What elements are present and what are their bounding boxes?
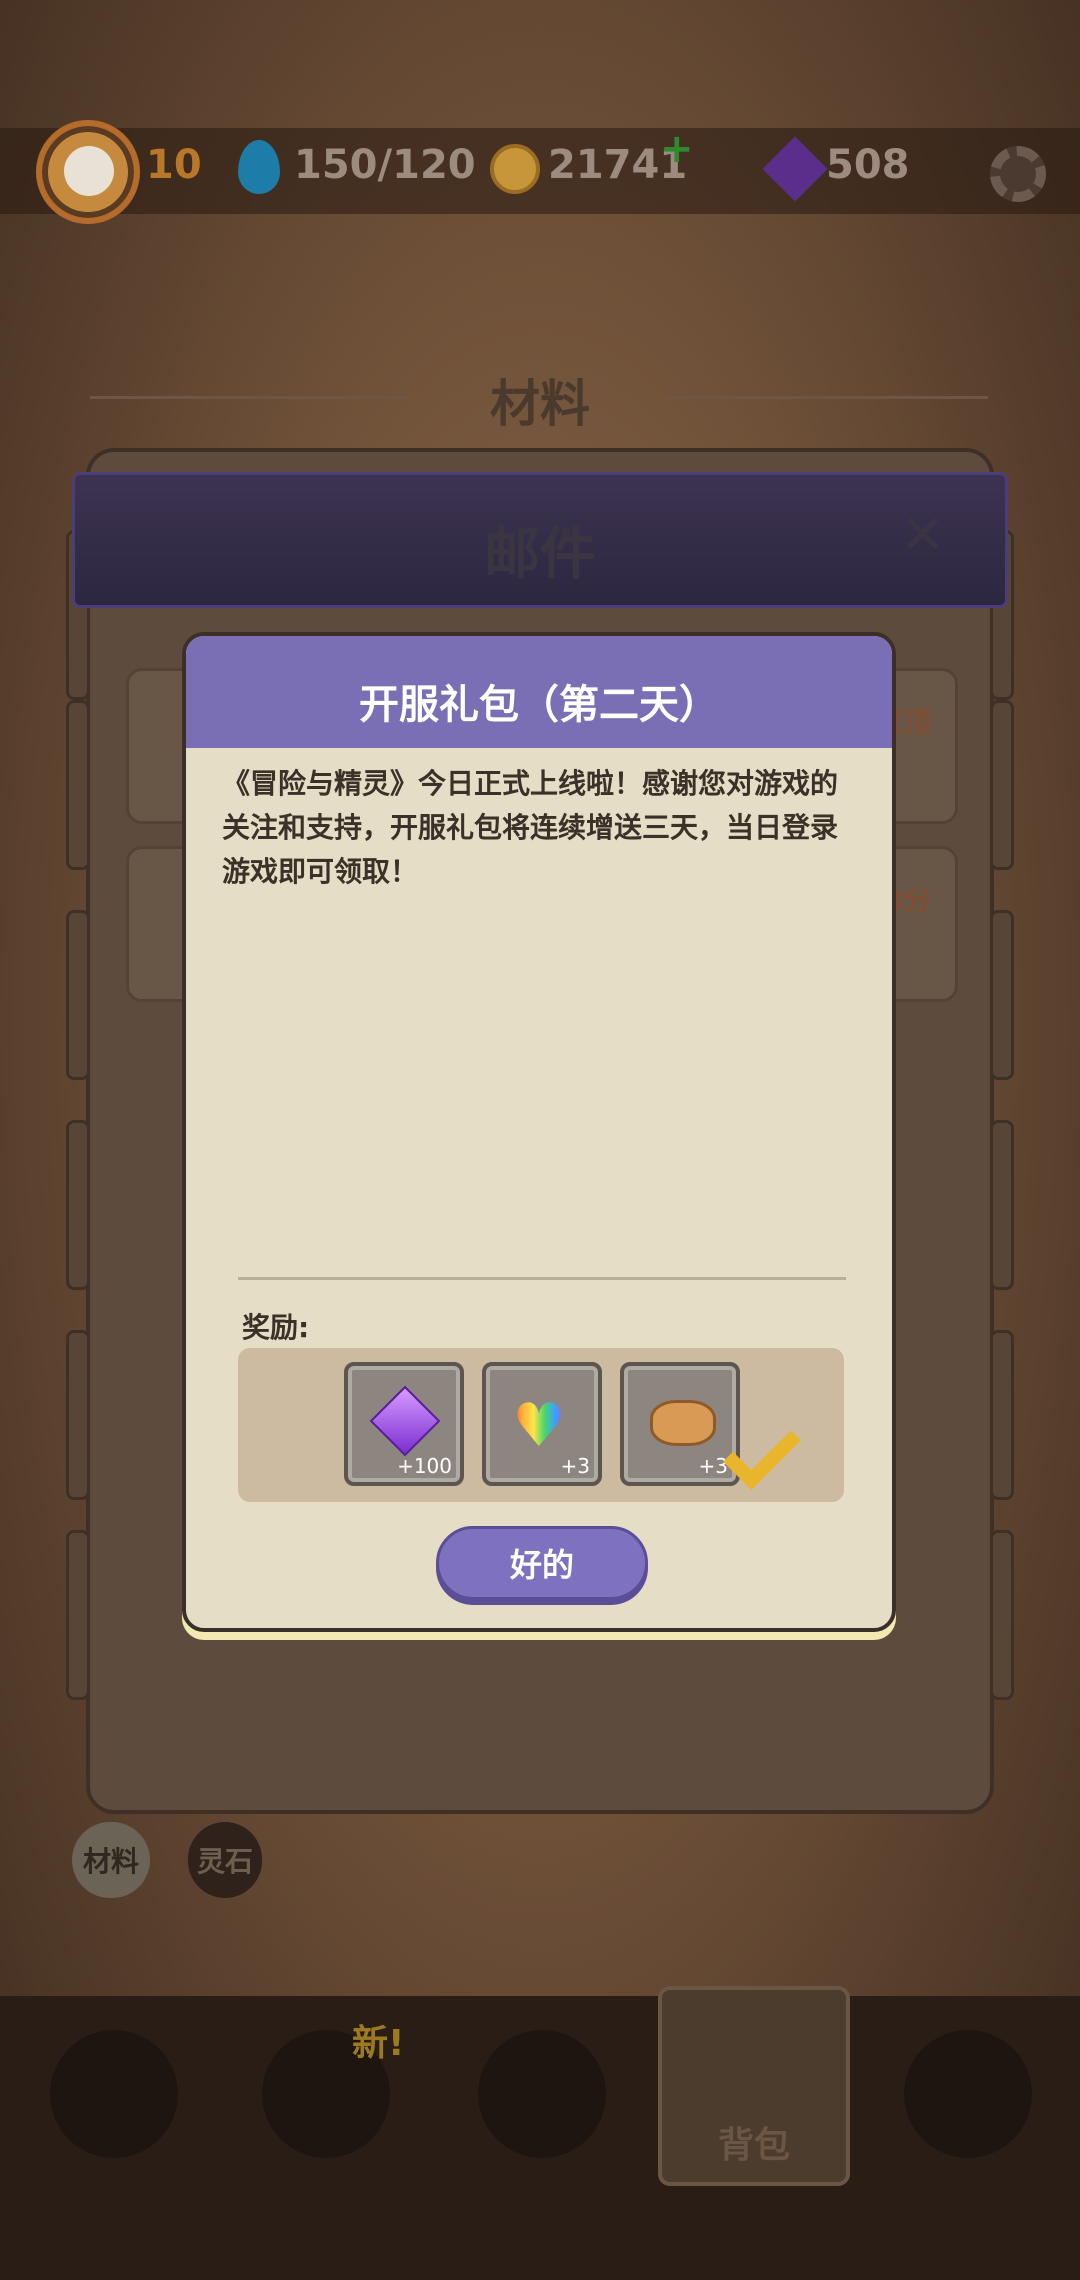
settings-gear-icon[interactable] [990, 146, 1046, 202]
gem-value: 508 [826, 142, 910, 188]
reward-count: +3 [560, 1454, 590, 1478]
purple-gem-icon [369, 1385, 441, 1457]
materials-title: 材料 [490, 375, 590, 433]
chip-materials[interactable]: 材料 [72, 1822, 150, 1898]
reward-count: +3 [698, 1454, 728, 1478]
add-coins-plus-icon[interactable]: + [660, 126, 694, 172]
nav-shop-icon[interactable] [50, 2030, 178, 2158]
side-card [66, 1530, 90, 1700]
side-card [66, 910, 90, 1080]
cookie-icon [650, 1400, 716, 1446]
side-card [990, 700, 1014, 870]
side-card [66, 1120, 90, 1290]
ok-button[interactable]: 好的 [436, 1526, 648, 1600]
new-badge: 新! [352, 2023, 405, 2064]
nav-location-icon[interactable] [904, 2030, 1032, 2158]
energy-value: 150/120 [294, 142, 476, 188]
player-level: 10 [146, 142, 202, 188]
reward-count: +100 [397, 1454, 452, 1478]
side-card [990, 1120, 1014, 1290]
rainbow-heart-icon: ♥ [512, 1391, 566, 1461]
coin-icon [490, 144, 540, 194]
mail-header: 邮件 ✕ [72, 472, 1008, 608]
dialog-header: 开服礼包（第二天） [186, 636, 892, 748]
reward-slot[interactable]: +3 [620, 1362, 740, 1486]
reward-label: 奖励: [242, 1311, 310, 1344]
side-card [66, 700, 90, 870]
dialog-divider [238, 1277, 846, 1280]
dialog-title: 开服礼包（第二天） [359, 682, 719, 728]
side-card [990, 1330, 1014, 1500]
close-icon[interactable]: ✕ [900, 503, 945, 566]
nav-map-mountain-icon[interactable] [478, 2030, 606, 2158]
reward-slot[interactable]: ♥ +3 [482, 1362, 602, 1486]
side-card [990, 910, 1014, 1080]
gift-dialog: 开服礼包（第二天） 《冒险与精灵》今日正式上线啦！感谢您对游戏的关注和支持，开服… [182, 632, 896, 1632]
mail-title: 邮件 [484, 522, 596, 587]
nav-backpack-label: 背包 [717, 2125, 790, 2166]
player-avatar[interactable] [36, 120, 140, 224]
side-card [990, 1530, 1014, 1700]
chip-spirit-stone[interactable]: 灵石 [188, 1822, 262, 1898]
dialog-message: 《冒险与精灵》今日正式上线啦！感谢您对游戏的关注和支持，开服礼包将连续增送三天，… [222, 767, 839, 888]
side-card [66, 1330, 90, 1500]
reward-slot[interactable]: +100 [344, 1362, 464, 1486]
